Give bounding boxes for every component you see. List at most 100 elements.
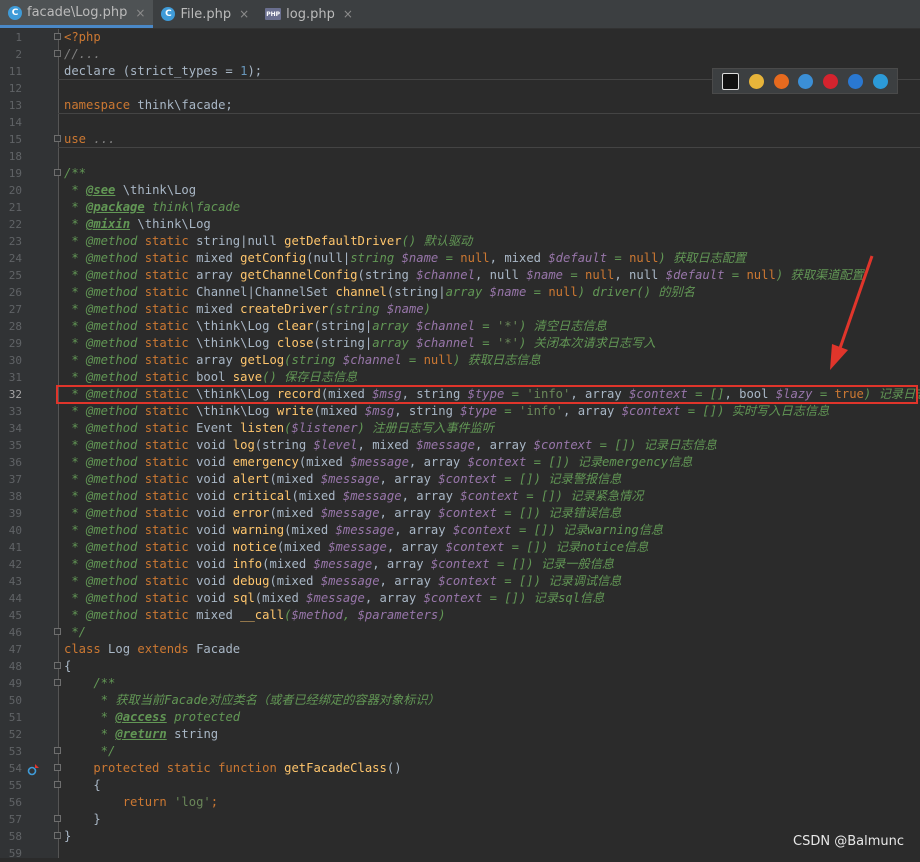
code-token: =	[438, 251, 461, 265]
opera-icon[interactable]	[823, 73, 839, 89]
code-token: $channel	[416, 268, 475, 282]
code-token: null	[746, 268, 776, 282]
tab-1[interactable]: C File.php ×	[153, 0, 257, 28]
code-token: * @method	[64, 540, 145, 554]
code-line: 55 {	[0, 777, 920, 794]
code-token: string	[350, 251, 402, 265]
firefox-icon[interactable]	[773, 73, 789, 89]
code-token: $message	[328, 540, 387, 554]
code-editor[interactable]: 1 <?php 2 //... 11 declare (strict_types = 1)…	[0, 29, 920, 862]
code-token: critical	[232, 489, 292, 503]
code-token: , array	[474, 438, 534, 452]
code-line: 50 * 获取当前Facade对应类名（或者已经绑定的容器对象标识）	[0, 692, 920, 709]
close-icon[interactable]: ×	[135, 6, 145, 20]
code-token: static	[144, 557, 197, 571]
code-text: * 获取当前Facade对应类名（或者已经绑定的容器对象标识）	[64, 692, 440, 709]
code-token: = []) 记录调试信息	[496, 574, 622, 588]
close-icon[interactable]: ×	[343, 7, 353, 21]
code-token: , array	[563, 404, 622, 418]
code-token: static	[144, 438, 197, 452]
override-gutter-icon[interactable]	[27, 764, 39, 776]
line-number: 39	[8, 507, 22, 520]
fold-toggle-icon[interactable]	[54, 169, 61, 176]
code-token: extends	[137, 642, 197, 656]
code-token: clear	[276, 319, 314, 333]
code-token: null	[629, 251, 659, 265]
chrome-icon[interactable]	[748, 73, 764, 89]
code-token: = []) 记录日志信息	[592, 438, 717, 452]
code-token: $message	[342, 489, 402, 503]
fold-toggle-icon[interactable]	[54, 33, 61, 40]
code-line: 51 * @access protected	[0, 709, 920, 726]
code-token: $context	[452, 523, 512, 537]
line-number: 26	[8, 286, 22, 299]
line-number: 15	[8, 133, 22, 146]
safari-icon[interactable]	[798, 73, 814, 89]
fold-toggle-icon[interactable]	[54, 662, 61, 669]
code-token: (string|	[386, 285, 446, 299]
code-token: (string	[284, 353, 343, 367]
code-text: * @method static \think\Log write(mixed …	[64, 403, 829, 420]
code-token: = []) 记录错误信息	[496, 506, 622, 520]
tab-2[interactable]: PHP log.php ×	[257, 0, 361, 28]
code-token: $message	[350, 455, 409, 469]
tab-0[interactable]: Cfacade\Log.php ×	[0, 0, 154, 28]
code-token: static	[144, 523, 197, 537]
line-number: 34	[8, 422, 22, 435]
code-token: , mixed	[489, 251, 549, 265]
code-text: * @method static bool save() 保存日志信息	[64, 369, 357, 386]
fold-toggle-icon[interactable]	[54, 135, 61, 142]
line-number: 57	[8, 813, 22, 826]
close-icon[interactable]: ×	[239, 7, 249, 21]
code-text: * @method static void sql(mixed $message…	[64, 590, 604, 607]
fold-toggle-icon[interactable]	[54, 764, 61, 771]
code-token: /**	[64, 166, 87, 180]
code-text: declare (strict_types = 1);	[64, 63, 262, 80]
edge-icon[interactable]	[872, 73, 888, 89]
line-number: 2	[15, 48, 22, 61]
code-token: emergency	[232, 455, 299, 469]
ie-icon[interactable]	[848, 73, 864, 89]
code-line: 23 * @method static string|null getDefau…	[0, 233, 920, 250]
code-token: '*'	[496, 336, 519, 350]
fold-toggle-icon[interactable]	[54, 781, 61, 788]
code-token: , array	[408, 455, 468, 469]
code-token: * @method	[64, 251, 145, 265]
phpstorm-icon[interactable]	[721, 72, 739, 90]
code-token: $message	[416, 438, 475, 452]
code-token: $context	[438, 574, 497, 588]
code-text: * @method static \think\Log clear(string…	[64, 318, 606, 335]
code-line: 35 * @method static void log(string $lev…	[0, 437, 920, 454]
code-text: protected static function getFacadeClass…	[64, 760, 401, 777]
code-token: () 默认驱动	[401, 234, 473, 248]
code-token: createDriver	[240, 302, 329, 316]
code-token: static	[144, 353, 197, 367]
code-token: channel	[335, 285, 387, 299]
code-text: /**	[64, 675, 115, 692]
code-token: static	[144, 251, 197, 265]
code-token: null	[585, 268, 615, 282]
code-token: (mixed	[269, 472, 321, 486]
fold-toggle-icon[interactable]	[54, 679, 61, 686]
code-line: 14	[0, 114, 920, 131]
fold-toggle-icon[interactable]	[54, 50, 61, 57]
code-token: mixed	[196, 608, 241, 622]
fold-toggle-icon[interactable]	[54, 815, 61, 822]
fold-toggle-icon[interactable]	[54, 747, 61, 754]
code-token: @see	[86, 183, 116, 197]
fold-toggle-icon[interactable]	[54, 628, 61, 635]
code-token: * @method	[64, 472, 145, 486]
code-token: $name	[386, 302, 424, 316]
code-line: 25 * @method static array getChannelConf…	[0, 267, 920, 284]
code-token: * @method	[64, 268, 145, 282]
code-token: , string	[394, 404, 461, 418]
code-text: class Log extends Facade	[64, 641, 240, 658]
code-token: = []) 记录emergency信息	[526, 455, 693, 469]
code-token: static	[144, 319, 197, 333]
code-token: * @method	[64, 489, 145, 503]
code-token: * @method	[64, 353, 145, 367]
code-token: }	[64, 829, 72, 843]
code-token: Channel|ChannelSet	[196, 285, 336, 299]
fold-toggle-icon[interactable]	[54, 832, 61, 839]
code-text: * @return string	[64, 726, 218, 743]
